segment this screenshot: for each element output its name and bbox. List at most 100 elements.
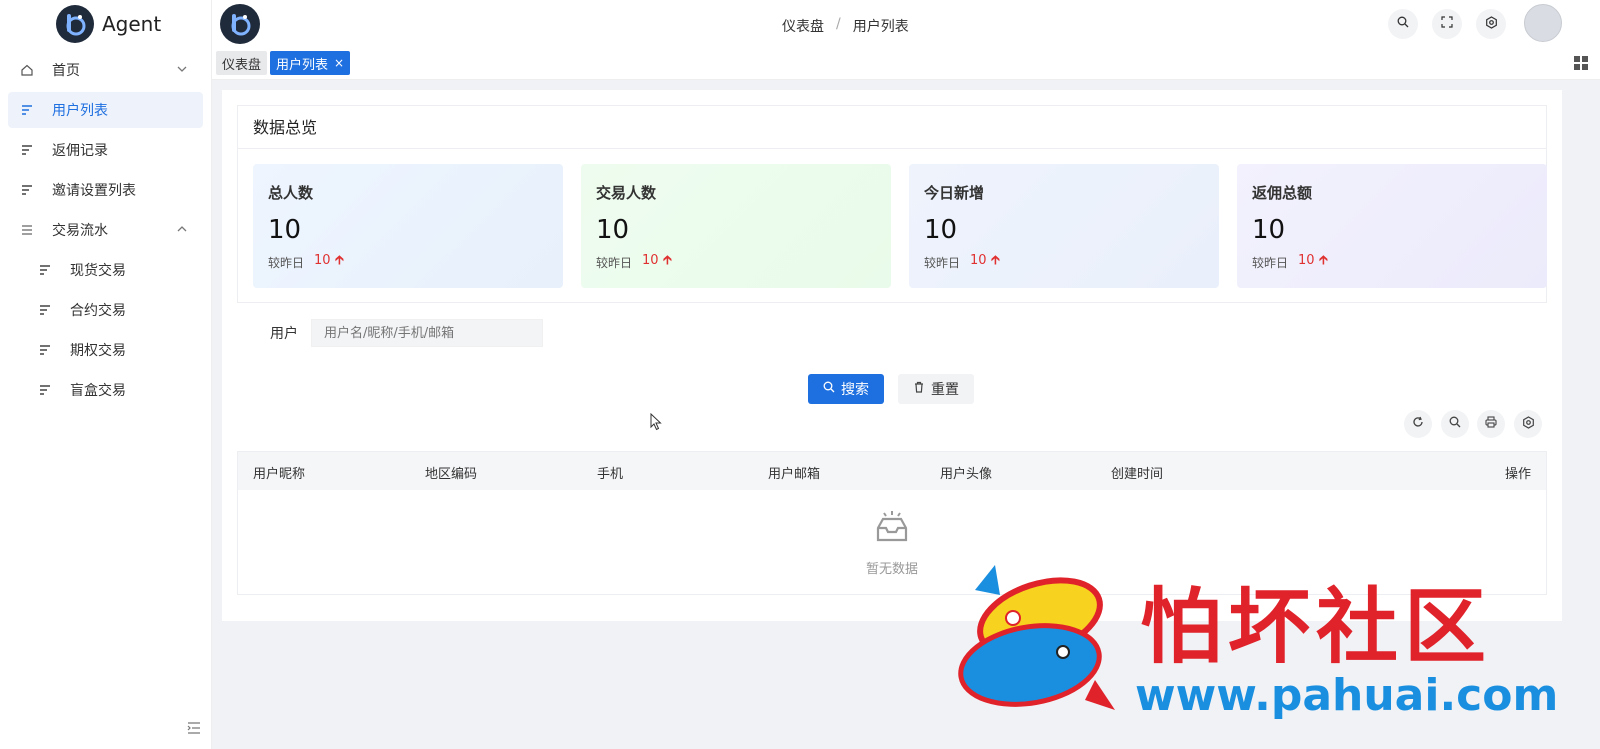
chevron-up-icon[interactable] — [175, 222, 189, 236]
sidebar-item-commission-records[interactable]: 返佣记录 — [8, 132, 203, 168]
inbox-icon — [872, 510, 912, 550]
sidebar-item-option-trade[interactable]: 期权交易 — [8, 332, 203, 368]
empty-text: 暂无数据 — [865, 561, 918, 577]
reset-button[interactable]: 重置 — [898, 374, 974, 404]
stat-card-new-today: 今日新增 10 较昨日 10 🡱 — [909, 164, 1219, 288]
sidebar-item-spot-trade[interactable]: 现货交易 — [8, 252, 203, 288]
table-header: 用户昵称 地区编码 手机 用户邮箱 用户头像 创建时间 操作 — [238, 452, 1546, 490]
stat-delta: 10 🡱 — [314, 253, 345, 268]
breadcrumb-separator: / — [836, 16, 841, 32]
stat-card-total-users: 总人数 10 较昨日 10 🡱 — [253, 164, 563, 288]
data-overview-panel: 数据总览 总人数 10 较昨日 10 🡱 交易人数 10 较昨日 10 🡱 今日… — [237, 105, 1547, 303]
top-header: 仪表盘 / 用户列表 — [212, 0, 1600, 48]
sidebar-item-invite-settings[interactable]: 邀请设置列表 — [8, 172, 203, 208]
tab-dashboard[interactable]: 仪表盘 — [216, 51, 268, 75]
list-icon — [20, 183, 34, 197]
search-button[interactable]: 搜索 — [808, 374, 884, 404]
search-icon — [1449, 416, 1461, 432]
user-avatar[interactable] — [1524, 4, 1562, 42]
column-header[interactable]: 地区编码 — [425, 463, 477, 482]
stat-compare: 较昨日 10 🡱 — [268, 251, 548, 273]
fullscreen-icon — [1441, 16, 1453, 32]
toggle-search-button[interactable] — [1441, 410, 1469, 438]
search-icon — [1397, 16, 1409, 32]
stat-label: 今日新增 — [924, 184, 985, 202]
list-icon — [38, 383, 52, 397]
watermark: 怕坏社区 www.pahuai.com — [955, 560, 1595, 740]
column-header[interactable]: 用户邮箱 — [768, 463, 820, 482]
user-search-input[interactable] — [311, 319, 543, 347]
sidebar: Agent 首页 用户列表 返佣记录 邀请设置列表 交易流水 现货交易 合约交易… — [0, 0, 212, 749]
stat-value: 10 — [1252, 215, 1286, 245]
brand[interactable]: Agent — [0, 0, 211, 48]
stat-card-commission-total: 返佣总额 10 较昨日 10 🡱 — [1237, 164, 1547, 288]
stat-delta: 10 🡱 — [1298, 253, 1329, 268]
stat-delta: 10 🡱 — [970, 253, 1001, 268]
sidebar-item-label: 返佣记录 — [52, 143, 108, 159]
sidebar-item-label: 邀请设置列表 — [52, 183, 136, 199]
home-icon — [20, 63, 34, 77]
search-button[interactable] — [1388, 9, 1418, 39]
close-icon[interactable]: × — [334, 56, 344, 70]
sidebar-item-label: 首页 — [52, 63, 80, 79]
tab-user-list[interactable]: 用户列表 × — [270, 51, 351, 75]
main-content: 数据总览 总人数 10 较昨日 10 🡱 交易人数 10 较昨日 10 🡱 今日… — [222, 90, 1562, 621]
app-logo-icon — [56, 5, 94, 43]
gear-icon — [1485, 15, 1498, 33]
stat-delta: 10 🡱 — [642, 253, 673, 268]
column-header: 操作 — [1504, 467, 1531, 482]
stat-compare: 较昨日 10 🡱 — [924, 251, 1204, 273]
breadcrumb-item[interactable]: 仪表盘 — [782, 16, 824, 36]
list-icon — [38, 343, 52, 357]
search-button-label: 搜索 — [841, 382, 869, 398]
grid-icon[interactable] — [1574, 56, 1588, 70]
column-header[interactable]: 创建时间 — [1111, 463, 1163, 482]
stat-label: 总人数 — [268, 184, 314, 202]
reset-button-label: 重置 — [931, 382, 959, 398]
stat-label: 交易人数 — [596, 184, 657, 202]
stat-compare: 较昨日 10 🡱 — [1252, 251, 1532, 273]
sidebar-menu: 首页 用户列表 返佣记录 邀请设置列表 交易流水 现货交易 合约交易 期权交易 … — [0, 52, 211, 408]
tab-label: 用户列表 — [276, 57, 329, 73]
sidebar-item-blindbox-trade[interactable]: 盲盒交易 — [8, 372, 203, 408]
sidebar-item-label: 现货交易 — [70, 263, 126, 279]
sidebar-item-contract-trade[interactable]: 合约交易 — [8, 292, 203, 328]
stat-label: 返佣总额 — [1252, 184, 1313, 202]
chevron-down-icon[interactable] — [175, 62, 189, 76]
breadcrumb: 仪表盘 / 用户列表 — [782, 16, 909, 36]
sidebar-item-label: 盲盒交易 — [70, 383, 126, 399]
brand-name: Agent — [102, 12, 162, 36]
list-icon — [20, 143, 34, 157]
settings-button[interactable] — [1476, 9, 1506, 39]
fullscreen-button[interactable] — [1432, 9, 1462, 39]
print-button[interactable] — [1477, 410, 1505, 438]
compare-label: 较昨日 — [924, 255, 961, 270]
watermark-title: 怕坏社区 — [1140, 579, 1493, 675]
collapse-sidebar-icon[interactable] — [187, 722, 201, 734]
column-header[interactable]: 用户头像 — [940, 463, 992, 482]
stat-value: 10 — [596, 215, 630, 245]
overview-title: 数据总览 — [238, 106, 1546, 149]
stat-value: 10 — [268, 215, 302, 245]
sidebar-item-user-list[interactable]: 用户列表 — [8, 92, 203, 128]
sidebar-item-label: 期权交易 — [70, 343, 126, 359]
sidebar-item-label: 用户列表 — [52, 103, 108, 119]
header-logo-icon[interactable] — [220, 4, 260, 44]
compare-label: 较昨日 — [268, 255, 305, 270]
compare-label: 较昨日 — [596, 255, 633, 270]
sidebar-item-label: 合约交易 — [70, 303, 126, 319]
column-header[interactable]: 手机 — [597, 463, 623, 482]
gear-icon — [1522, 415, 1535, 433]
compare-label: 较昨日 — [1252, 255, 1289, 270]
column-header[interactable]: 用户昵称 — [253, 463, 305, 482]
tab-bar: 仪表盘 用户列表 × — [212, 48, 1600, 80]
search-form: 用户 — [270, 319, 543, 347]
sidebar-item-label: 交易流水 — [52, 223, 108, 239]
tab-label: 仪表盘 — [222, 57, 262, 73]
sidebar-item-home[interactable]: 首页 — [8, 52, 203, 88]
list-icon — [20, 103, 34, 117]
refresh-button[interactable] — [1404, 410, 1432, 438]
column-settings-button[interactable] — [1514, 410, 1542, 438]
list-icon — [38, 303, 52, 317]
sidebar-item-transactions[interactable]: 交易流水 — [8, 212, 203, 248]
